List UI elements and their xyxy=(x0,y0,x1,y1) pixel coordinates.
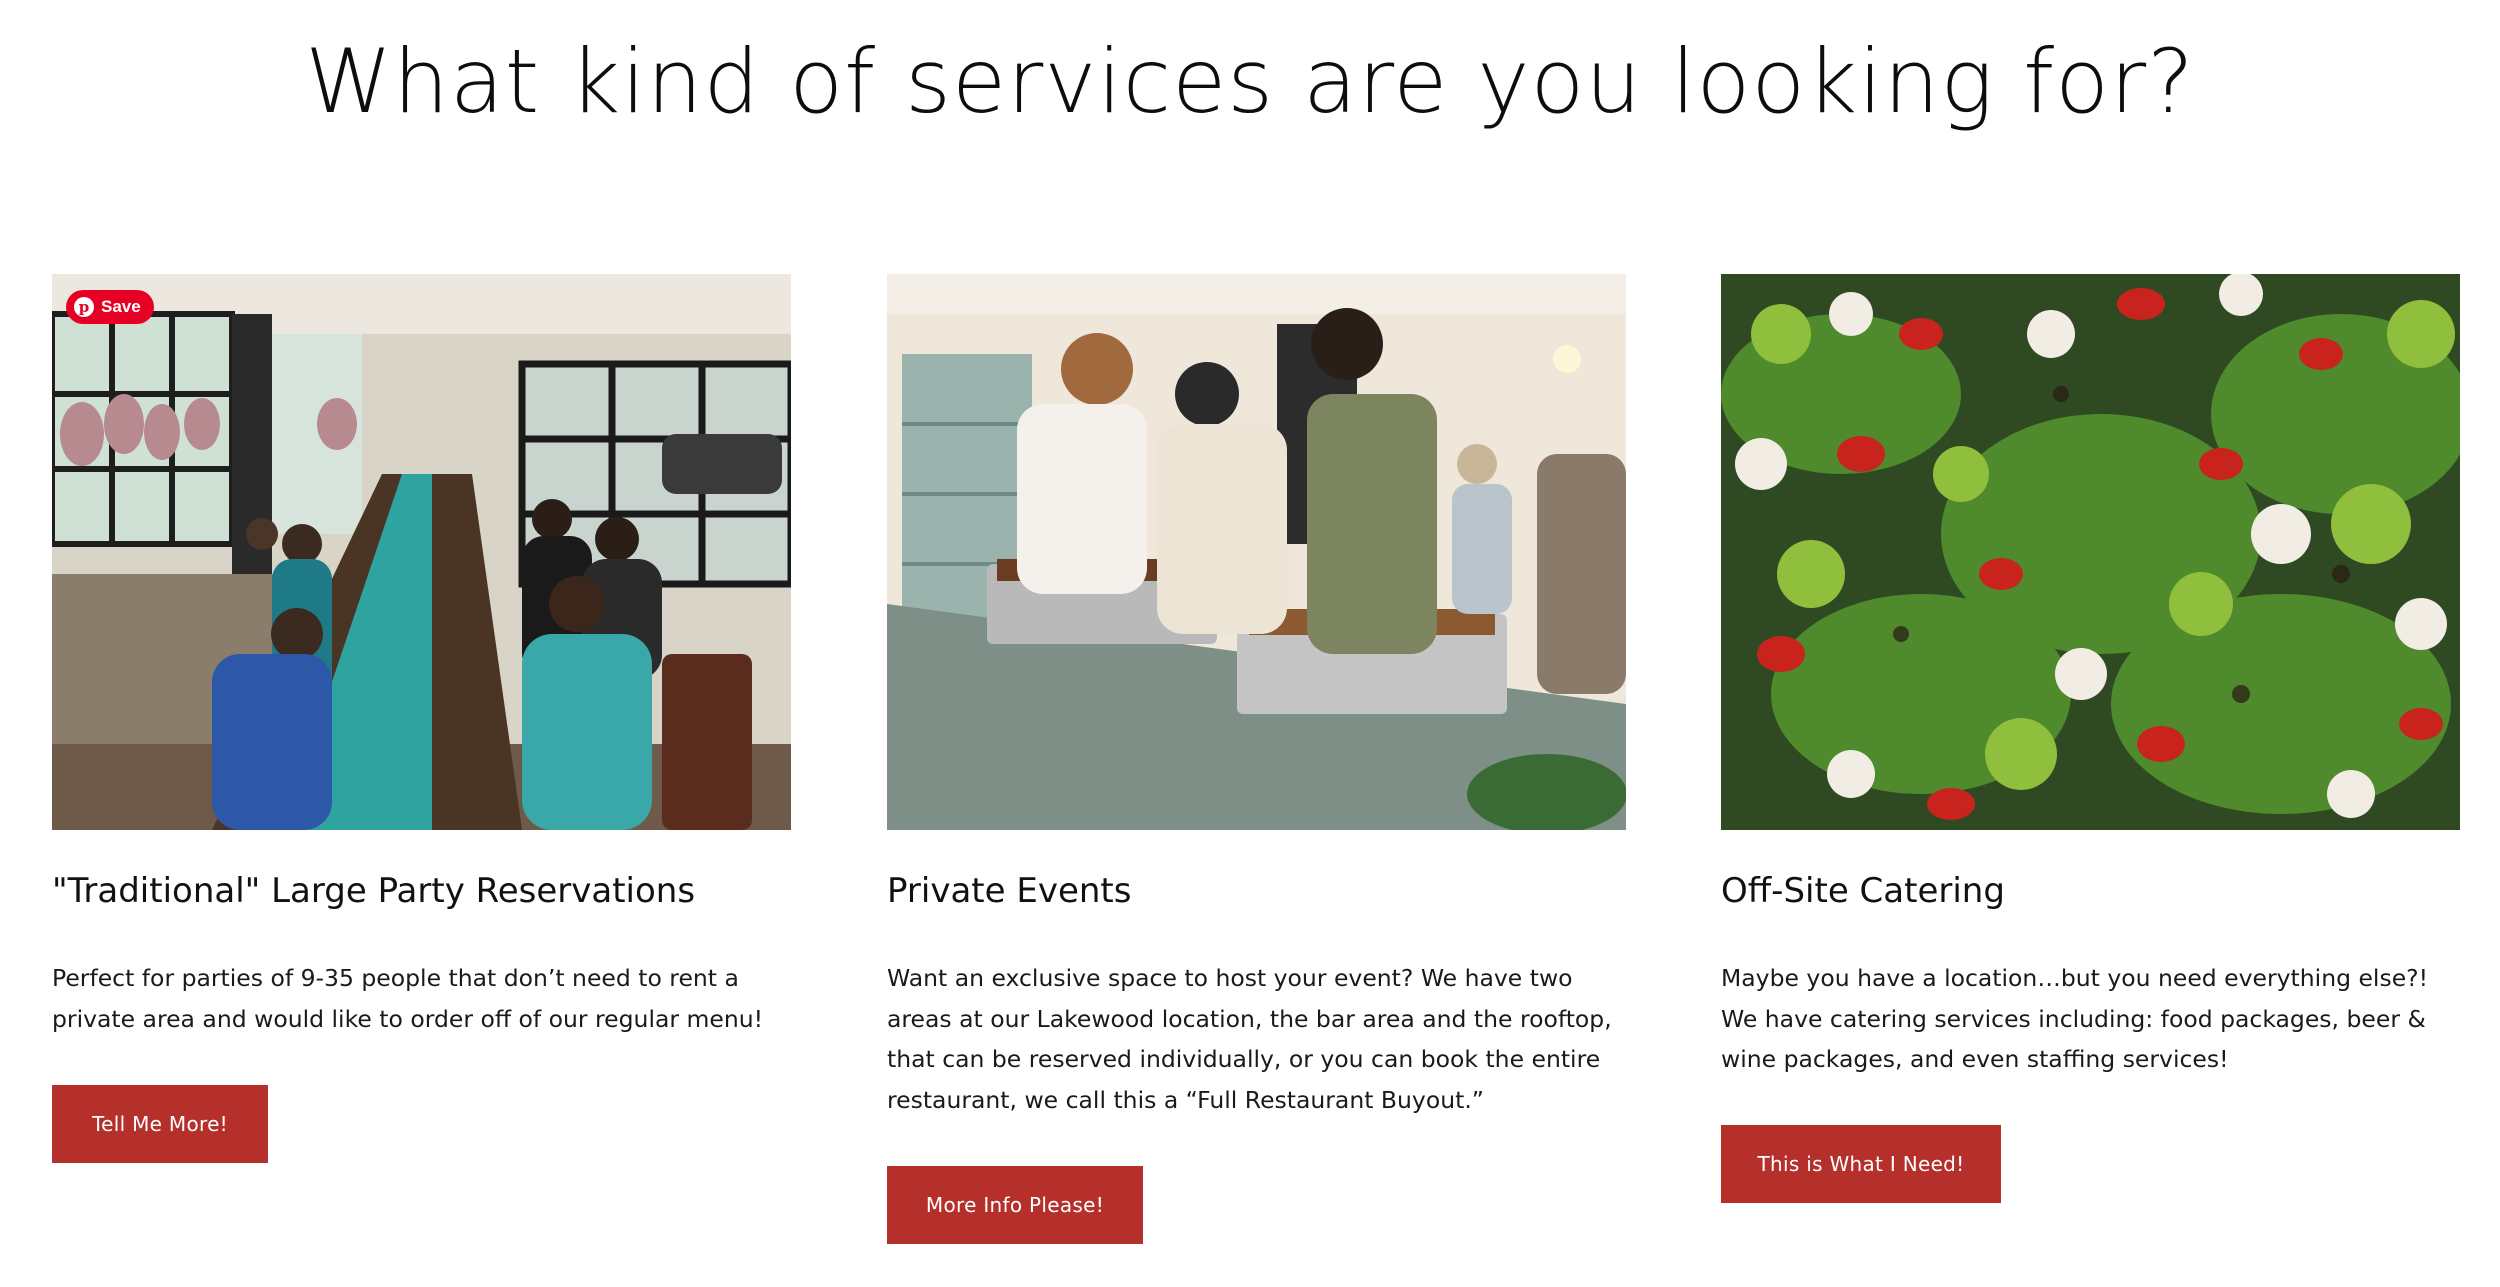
save-label: Save xyxy=(101,297,141,316)
catering-image xyxy=(1721,274,2460,830)
more-info-button[interactable]: More Info Please! xyxy=(887,1166,1143,1244)
pinterest-save-button[interactable]: p Save xyxy=(66,290,154,324)
catering-title: Off-Site Catering xyxy=(1721,871,2005,911)
catering-description: Maybe you have a location…but you need e… xyxy=(1721,964,2429,1073)
large-party-photo: p Save xyxy=(52,274,791,830)
large-party-image xyxy=(52,274,791,830)
service-card-private-events: Private Events Want an exclusive space t… xyxy=(887,274,1626,1244)
service-card-large-party: p Save "Traditional" Large Party Reserva… xyxy=(52,274,791,1163)
large-party-title: "Traditional" Large Party Reservations xyxy=(52,871,696,911)
private-events-photo xyxy=(887,274,1626,830)
catering-photo xyxy=(1721,274,2460,830)
service-card-catering: Off-Site Catering Maybe you have a locat… xyxy=(1721,274,2460,1203)
page-title: What kind of services are you looking fo… xyxy=(305,30,2195,133)
private-events-description: Want an exclusive space to host your eve… xyxy=(887,964,1612,1114)
tell-me-more-button[interactable]: Tell Me More! xyxy=(52,1085,268,1163)
private-events-image xyxy=(887,274,1626,830)
pinterest-icon: p xyxy=(74,297,94,317)
large-party-description: Perfect for parties of 9-35 people that … xyxy=(52,964,764,1033)
this-is-what-i-need-button[interactable]: This is What I Need! xyxy=(1721,1125,2001,1203)
private-events-title: Private Events xyxy=(887,871,1132,911)
